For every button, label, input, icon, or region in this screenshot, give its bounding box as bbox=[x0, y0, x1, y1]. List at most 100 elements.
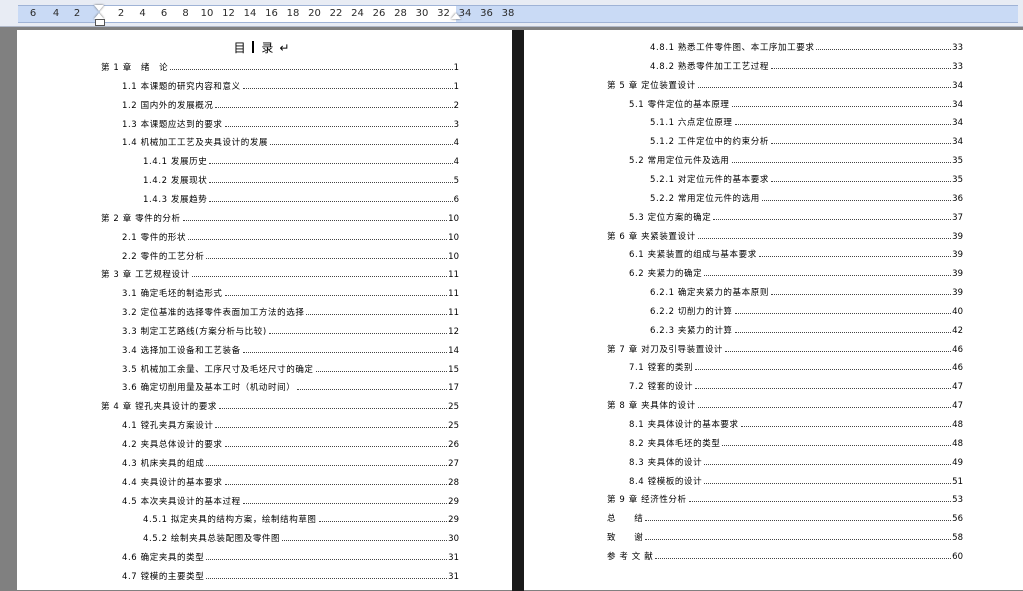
toc-entry[interactable]: 7.1 镗套的类别 46 bbox=[629, 359, 963, 373]
toc-entry[interactable]: 1.2 国内外的发展概况 2 bbox=[122, 97, 459, 111]
toc-entry-text: 5.2.1 对定位元件的基本要求 bbox=[650, 174, 769, 185]
toc-entry[interactable]: 5.2.1 对定位元件的基本要求 35 bbox=[650, 171, 963, 185]
toc-entry-page: 40 bbox=[952, 306, 963, 317]
toc-entry[interactable]: 4.5.1 拟定夹具的结构方案，绘制结构草图 29 bbox=[143, 511, 459, 525]
toc-entry[interactable]: 8.1 夹具体设计的基本要求 48 bbox=[629, 416, 963, 430]
toc-entry[interactable]: 6.2.1 确定夹紧力的基本原则 39 bbox=[650, 284, 963, 298]
horizontal-ruler[interactable]: 6 4 2 2 4 6 8 10 12 14 16 18 20 22 24 26 28 30 32 34 36 38 bbox=[0, 0, 1023, 27]
toc-leader-dots bbox=[282, 540, 448, 542]
toc-entry[interactable]: 5.1 零件定位的基本原理 34 bbox=[629, 96, 963, 110]
toc-entry[interactable]: 第 6 章 夹紧装置设计 39 bbox=[607, 228, 963, 242]
toc-leader-dots bbox=[224, 446, 448, 447]
toc-entry-page: 53 bbox=[952, 495, 963, 506]
toc-entry[interactable]: 第 2 章 零件的分析 10 bbox=[101, 210, 459, 224]
toc-entry[interactable]: 8.4 镗模板的设计 51 bbox=[629, 473, 963, 487]
toc-entry[interactable]: 8.3 夹具体的设计 49 bbox=[629, 454, 963, 468]
toc-entry[interactable]: 4.6 确定夹具的类型 31 bbox=[122, 549, 459, 563]
toc-entry[interactable]: 1.4.2 发展现状 5 bbox=[143, 172, 459, 186]
toc-entry-text: 8.3 夹具体的设计 bbox=[629, 457, 703, 468]
toc-entry[interactable]: 4.5 本次夹具设计的基本过程 29 bbox=[122, 493, 459, 507]
toc-entry[interactable]: 5.1.1 六点定位原理 34 bbox=[650, 114, 963, 128]
toc-entry-page: 58 bbox=[952, 533, 963, 544]
toc-entry-text: 4.2 夹具总体设计的要求 bbox=[122, 440, 223, 450]
toc-entry-page: 25 bbox=[448, 402, 459, 413]
toc-entry[interactable]: 5.2 常用定位元件及选用 35 bbox=[629, 152, 963, 166]
toc-entry[interactable]: 4.2 夹具总体设计的要求 26 bbox=[122, 436, 459, 450]
toc-entry[interactable]: 7.2 镗套的设计 47 bbox=[629, 378, 963, 392]
toc-entry[interactable]: 8.2 夹具体毛坯的类型 48 bbox=[629, 435, 963, 449]
toc-entry[interactable]: 4.8.1 熟悉工件零件图、本工序加工要求 33 bbox=[650, 39, 963, 53]
toc-entry-page: 27 bbox=[448, 458, 459, 469]
toc-entry[interactable]: 6.2.3 夹紧力的计算 42 bbox=[650, 322, 963, 336]
toc-entry[interactable]: 4.1 镗孔夹具方案设计 25 bbox=[122, 417, 459, 431]
toc-entry[interactable]: 3.1 确定毛坯的制造形式 11 bbox=[122, 285, 459, 299]
document-page-right[interactable]: 4.8.1 熟悉工件零件图、本工序加工要求 33 4.8.2 熟悉零件加工工艺过程 3… bbox=[524, 30, 1023, 590]
toc-entry[interactable]: 1.4.3 发展趋势 6 bbox=[143, 191, 459, 205]
toc-leader-dots bbox=[731, 162, 952, 164]
toc-entry-page: 5 bbox=[453, 176, 459, 187]
toc-entry-page: 48 bbox=[952, 420, 963, 430]
toc-entry[interactable]: 总 结 56 bbox=[607, 510, 963, 524]
toc-entry[interactable]: 4.3 机床夹具的组成 27 bbox=[122, 455, 459, 469]
toc-entry[interactable]: 1.4 机械加工工艺及夹具设计的发展 4 bbox=[122, 134, 459, 148]
toc-entry[interactable]: 1.1 本课题的研究内容和意义 1 bbox=[122, 78, 459, 92]
toc-leader-dots bbox=[224, 125, 453, 127]
toc-entry-text: 6.2 夹紧力的确定 bbox=[629, 269, 703, 280]
toc-entry[interactable]: 第 3 章 工艺规程设计 11 bbox=[101, 266, 459, 280]
toc-entry[interactable]: 第 8 章 夹具体的设计 47 bbox=[607, 397, 963, 411]
toc-entry-text: 第 5 章 定位装置设计 bbox=[607, 80, 696, 91]
toc-entry[interactable]: 3.5 机械加工余量、工序尺寸及毛坯尺寸的确定 15 bbox=[122, 361, 459, 375]
toc-entry-text: 6.2.1 确定夹紧力的基本原则 bbox=[650, 288, 769, 299]
toc-entry[interactable]: 2.2 零件的工艺分析 10 bbox=[122, 248, 459, 262]
toc-entry[interactable]: 第 1 章 绪 论 1 bbox=[101, 59, 459, 73]
toc-entry-page: 1 bbox=[453, 63, 459, 73]
toc-leader-dots bbox=[697, 86, 952, 88]
toc-entry[interactable]: 第 7 章 对刀及引导装置设计 46 bbox=[607, 341, 963, 355]
toc-entry-text: 1.4.2 发展现状 bbox=[143, 176, 208, 187]
toc-leader-dots bbox=[206, 559, 448, 561]
toc-entry[interactable]: 6.2.2 切削力的计算 40 bbox=[650, 303, 963, 317]
toc-entry[interactable]: 3.3 制定工艺路线(方案分析与比较) 12 bbox=[122, 323, 459, 337]
toc-entry[interactable]: 6.2 夹紧力的确定 39 bbox=[629, 265, 963, 279]
toc-entry[interactable]: 3.2 定位基准的选择零件表面加工方法的选择 11 bbox=[122, 304, 459, 318]
toc-entry-page: 34 bbox=[952, 80, 963, 91]
document-page-left[interactable]: 目 录↵ 第 1 章 绪 论 1 1.1 本课题的研究内容和意义 1 1.2 国内外的发… bbox=[17, 30, 512, 590]
toc-leader-dots bbox=[697, 407, 952, 409]
toc-leader-dots bbox=[215, 106, 453, 108]
right-indent-marker[interactable] bbox=[451, 13, 461, 19]
toc-entry-page: 49 bbox=[952, 457, 963, 468]
toc-entry-page: 51 bbox=[952, 476, 963, 487]
toc-entry-text: 1.4.3 发展趋势 bbox=[143, 194, 208, 205]
toc-entry[interactable]: 6.1 夹紧装置的组成与基本要求 39 bbox=[629, 246, 963, 260]
toc-entry[interactable]: 3.4 选择加工设备和工艺装备 14 bbox=[122, 342, 459, 356]
toc-leader-dots bbox=[224, 295, 448, 297]
toc-entry[interactable]: 3.6 确定切削用量及基本工时（机动时间） 17 bbox=[122, 379, 459, 393]
toc-entry-text: 1.1 本课题的研究内容和意义 bbox=[122, 81, 241, 92]
ruler-tick-label: 30 bbox=[415, 8, 429, 19]
toc-entry[interactable]: 4.8.2 熟悉零件加工工艺过程 33 bbox=[650, 58, 963, 72]
toc-leader-dots bbox=[206, 577, 448, 579]
toc-entry[interactable]: 2.1 零件的形状 10 bbox=[122, 229, 459, 243]
first-line-indent-marker[interactable] bbox=[94, 5, 104, 11]
toc-entry[interactable]: 4.5.2 绘制夹具总装配图及零件图 30 bbox=[143, 530, 459, 544]
toc-entry-page: 34 bbox=[952, 137, 963, 148]
toc-leader-dots bbox=[645, 520, 952, 522]
toc-entry[interactable]: 1.4.1 发展历史 4 bbox=[143, 153, 459, 167]
toc-entry[interactable]: 第 9 章 经济性分析 53 bbox=[607, 491, 963, 505]
toc-entry[interactable]: 致 谢 58 bbox=[607, 529, 963, 543]
toc-entry[interactable]: 第 4 章 镗孔夹具设计的要求 25 bbox=[101, 398, 459, 412]
toc-entry[interactable]: 4.7 镗模的主要类型 31 bbox=[122, 568, 459, 582]
toc-entry[interactable]: 1.3 本课题应达到的要求 3 bbox=[122, 116, 459, 130]
toc-entry[interactable]: 5.3 定位方案的确定 37 bbox=[629, 209, 963, 223]
toc-entry[interactable]: 5.2.2 常用定位元件的选用 36 bbox=[650, 190, 963, 204]
toc-entry-text: 3.5 机械加工余量、工序尺寸及毛坯尺寸的确定 bbox=[122, 364, 314, 375]
toc-entry[interactable]: 4.4 夹具设计的基本要求 28 bbox=[122, 474, 459, 488]
toc-entry[interactable]: 参 考 文 献 60 bbox=[607, 548, 963, 562]
left-indent-marker[interactable] bbox=[95, 19, 105, 26]
toc-leader-dots bbox=[695, 369, 952, 371]
toc-entry-page: 60 bbox=[952, 551, 963, 562]
toc-entry[interactable]: 5.1.2 工件定位中的约束分析 34 bbox=[650, 133, 963, 147]
toc-entry-text: 3.1 确定毛坯的制造形式 bbox=[122, 289, 223, 300]
toc-entry[interactable]: 第 5 章 定位装置设计 34 bbox=[607, 77, 963, 91]
toc-entry-page: 37 bbox=[952, 212, 963, 223]
